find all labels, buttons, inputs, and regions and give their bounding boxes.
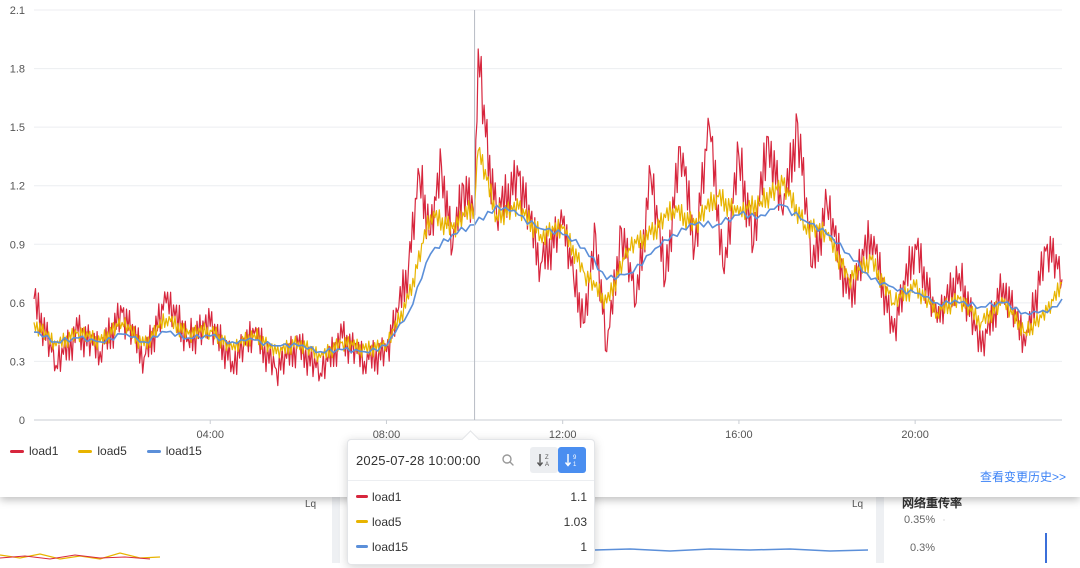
background-card-left: Lq (0, 497, 332, 563)
legend-label-load5: load5 (97, 444, 127, 458)
load-average-chart[interactable]: 00.30.60.91.21.51.82.104:00 08:00 12:00 16:… (0, 0, 1080, 497)
y-tick-label: 1.5 (10, 122, 25, 134)
y-tick-label: 0.3 (10, 356, 25, 368)
legend-item-load15[interactable]: load15 (146, 444, 202, 458)
legend-swatch-load1 (10, 449, 24, 453)
sort-numeric-icon: 9 1 (564, 454, 577, 468)
sort-alphabetical-button[interactable]: Z A (530, 447, 558, 473)
y-tick-label: 1.2 (10, 181, 25, 193)
load-chart-panel: 0 0.3 0.6 0.9 1.2 1.5 1.8 2.1 04:00 08:00 12:00 16:… (0, 0, 1080, 497)
x-tick-label: 16:00 (725, 429, 753, 441)
svg-text:Z: Z (545, 455, 549, 461)
tooltip-swatch-load15 (356, 545, 368, 548)
tooltip-series-value: 1.1 (570, 489, 587, 504)
tooltip-row-load1: load1 1.1 (348, 484, 594, 509)
x-tick-label: 04:00 (196, 429, 224, 441)
tooltip-timestamp: 2025-07-28 10:00:00 (356, 452, 481, 468)
chart-tooltip: 2025-07-28 10:00:00 Z A 9 1 load1 1.1 lo… (347, 430, 595, 565)
y-tick-label: 0.6 (10, 298, 25, 310)
legend-swatch-load5 (78, 449, 93, 453)
series-line-load1[interactable] (33, 48, 1063, 387)
legend-swatch-load15 (146, 449, 161, 453)
legend-label-load15: load15 (165, 444, 202, 458)
legend-item-load5[interactable]: load5 (78, 444, 127, 458)
tooltip-series-value: 1 (580, 539, 587, 554)
svg-text:1: 1 (573, 462, 577, 468)
sort-az-icon: Z A (536, 454, 549, 468)
svg-text:Lq: Lq (852, 499, 863, 510)
legend-label-load1: load1 (29, 444, 59, 458)
tooltip-series-name: load1 (372, 489, 402, 504)
search-icon[interactable] (500, 452, 516, 468)
background-card-right: 网络重传率 0.35% 0.3% (884, 496, 1080, 563)
y-tick-label: 0.9 (10, 239, 25, 251)
tooltip-series-name: load15 (372, 539, 409, 554)
chart-legend: load1 load5 load15 (10, 444, 202, 458)
y-tick-label: 0 (19, 415, 25, 427)
tooltip-row-load15: load15 1 (348, 534, 594, 559)
sort-value-button[interactable]: 9 1 (558, 447, 586, 473)
y-tick-label: 1.8 (10, 64, 25, 76)
svg-text:A: A (545, 462, 549, 468)
x-tick-label: 20:00 (901, 429, 929, 441)
legend-item-load1[interactable]: load1 (10, 444, 58, 458)
tooltip-swatch-load5 (356, 520, 368, 523)
tooltip-series-value: 1.03 (563, 514, 587, 529)
tooltip-header: 2025-07-28 10:00:00 Z A 9 1 (348, 440, 594, 481)
tooltip-rows: load1 1.1 load5 1.03 load15 1 (348, 481, 594, 559)
background-mini-chart-left: Lq (0, 499, 316, 560)
background-spike (943, 519, 1047, 563)
tooltip-row-load5: load5 1.03 (348, 509, 594, 534)
tooltip-swatch-load1 (356, 495, 368, 498)
y-tick-label: 2.1 (10, 5, 25, 17)
svg-text:9: 9 (573, 455, 577, 461)
tooltip-series-name: load5 (372, 514, 402, 529)
view-change-history-link[interactable]: 查看变更历史>> (980, 468, 1066, 485)
svg-text:Lq: Lq (305, 499, 316, 510)
